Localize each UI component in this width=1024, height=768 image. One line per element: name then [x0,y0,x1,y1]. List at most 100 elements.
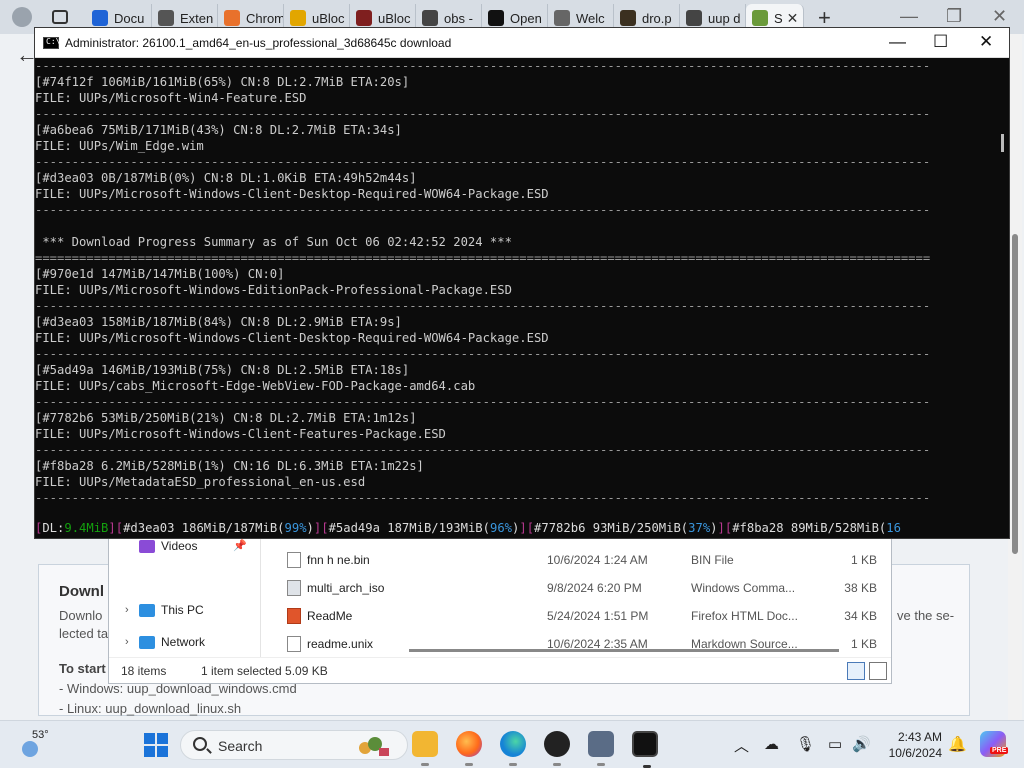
tab-label: uBloc [378,10,411,26]
console-separator-line: ----------------------------------------… [35,443,931,457]
browser-close-button[interactable]: ✕ [992,6,1007,27]
tiles-view-icon[interactable] [869,662,887,680]
weather-widget[interactable]: 53° [18,729,58,761]
file-date: 9/8/2024 6:20 PM [547,581,642,595]
notification-bell-icon[interactable]: 🔔 [948,735,967,753]
device-manager-taskbar-icon[interactable] [588,731,614,766]
network-off-icon[interactable]: ☁ [764,735,779,753]
console-line: FILE: UUPs/Microsoft-Windows-EditionPack… [35,283,512,297]
console-line: [#a6bea6 75MiB/171MiB(43%) CN:8 DL:2.7Mi… [35,123,402,137]
microphone-icon[interactable]: 🎙 [796,735,815,753]
details-view-icon[interactable] [847,662,865,680]
file-list-scrollbar[interactable] [261,529,839,657]
copilot-icon[interactable]: PRE [980,731,1009,757]
console-line: FILE: UUPs/Microsoft-Win4-Feature.ESD [35,91,307,105]
file-list-scrollbar-thumb[interactable] [409,649,839,652]
console-separator-line: ----------------------------------------… [35,395,931,409]
network-icon [139,635,155,649]
tab-favicon-icon [290,10,306,26]
tab-actions-icon[interactable] [52,10,68,24]
firefox-taskbar-icon[interactable] [456,731,482,766]
console-output[interactable]: ----------------------------------------… [35,58,995,538]
progress-segment: #5ad49a 187MiB/193MiB( [328,521,490,535]
nav-item-videos[interactable]: Videos [125,539,197,553]
console-separator-line: ----------------------------------------… [35,59,931,73]
console-close-button[interactable]: ✕ [979,32,993,52]
console-separator-line: ----------------------------------------… [35,107,931,121]
taskbar: 53° Search ︿ ☁ 🎙 ▭ 🔊 2:43 AM 10/6/2024 🔔… [0,720,1024,768]
tab-label: Docu [114,10,145,26]
nav-item-label: This PC [161,603,204,617]
nav-item-network[interactable]: › Network [125,635,205,649]
clock-date: 10/6/2024 [888,746,942,760]
taskbar-search[interactable]: Search [180,730,408,760]
nav-item-label: Videos [161,539,198,553]
progress-segment: DL: [42,521,65,535]
console-scrollbar[interactable] [997,58,1009,538]
edge-taskbar-icon[interactable] [500,731,526,766]
tab-close-icon[interactable]: ✕ [787,10,799,27]
console-line: [#970e1d 147MiB/147MiB(100%) CN:0] [35,267,285,281]
console-icon-text: C:\ [46,37,61,46]
markdown-file-icon [287,636,301,652]
console-maximize-button[interactable]: ☐ [933,32,948,52]
search-label: Search [218,738,263,754]
console-line: *** Download Progress Summary as of Sun … [35,235,512,249]
file-size: 1 KB [850,553,877,567]
file-explorer-taskbar-icon[interactable] [412,731,438,766]
clock[interactable]: 2:43 AM 10/6/2024 [878,729,942,761]
nav-item-this-pc[interactable]: › This PC [125,603,204,617]
progress-segment: #7782b6 93MiB/250MiB( [534,521,689,535]
display-icon[interactable]: ▭ [828,735,842,753]
file-row[interactable]: ReadMe 5/24/2024 1:51 PM Firefox HTML Do… [281,603,881,631]
console-separator-line: ----------------------------------------… [35,299,931,313]
console-minimize-button[interactable]: — [889,32,906,52]
volume-icon[interactable]: 🔊 [852,735,871,753]
console-title-bar[interactable]: C:\ Administrator: 26100.1_amd64_en-us_p… [35,28,1009,58]
download-section-title: Downl [59,583,104,600]
explorer-nav-pane: Videos 📌 › This PC › Network [109,529,261,657]
weather-icon [22,741,38,757]
console-progress-line: [DL:9.4MiB][#d3ea03 186MiB/187MiB(99%)][… [35,520,995,536]
obs-taskbar-icon[interactable] [544,731,570,766]
selection-info: 1 item selected 5.09 KB [201,664,328,678]
file-row[interactable]: multi_arch_iso 9/8/2024 6:20 PM Windows … [281,575,881,603]
console-line: [#5ad49a 146MiB/193MiB(75%) CN:8 DL:2.5M… [35,363,410,377]
this-pc-icon [139,603,155,617]
tab-label: obs - [444,10,473,26]
browser-minimize-button[interactable]: — [900,6,918,27]
file-row[interactable]: fnn h ne.bin 10/6/2024 1:24 AM BIN File … [281,547,881,575]
profile-avatar[interactable] [12,7,32,27]
page-scrollbar-thumb[interactable] [1012,234,1018,554]
videos-folder-icon [139,539,155,553]
browser-restore-button[interactable]: ❐ [946,6,962,27]
search-icon [193,737,207,751]
file-name: fnn h ne.bin [307,553,370,567]
console-line: [#74f12f 106MiB/161MiB(65%) CN:8 DL:2.7M… [35,75,410,89]
page-scrollbar[interactable] [1008,34,1022,720]
tab-label: Exten [180,10,214,26]
nav-chevron-icon[interactable]: › [125,636,139,648]
search-highlight-icon [359,737,389,756]
nav-chevron-icon[interactable]: › [125,604,139,616]
file-name: ReadMe [307,609,353,623]
tab-favicon-icon [92,10,108,26]
console-line: FILE: UUPs/Microsoft-Windows-Client-Feat… [35,427,446,441]
file-size: 1 KB [850,637,877,651]
console-line: [#f8ba28 6.2MiB/528MiB(1%) CN:16 DL:6.3M… [35,459,424,473]
console-scrollbar-thumb[interactable] [1001,134,1004,152]
tab-favicon-icon [356,10,372,26]
progress-segment: 37% [688,521,711,535]
start-button[interactable] [144,733,168,757]
progress-segment: 9.4MiB [64,521,109,535]
tab-favicon-icon [554,10,570,26]
console-app-icon: C:\ [43,37,61,49]
terminal-taskbar-icon[interactable] [632,731,658,768]
progress-segment: ][ [313,521,329,535]
console-title: Administrator: 26100.1_amd64_en-us_profe… [65,36,452,50]
tray-overflow-icon[interactable]: ︿ [734,735,749,756]
progress-segment: ) [306,521,314,535]
tab-favicon-icon [488,10,504,26]
progress-segment: ][ [519,521,535,535]
console-line: FILE: UUPs/MetadataESD_professional_en-u… [35,475,366,489]
